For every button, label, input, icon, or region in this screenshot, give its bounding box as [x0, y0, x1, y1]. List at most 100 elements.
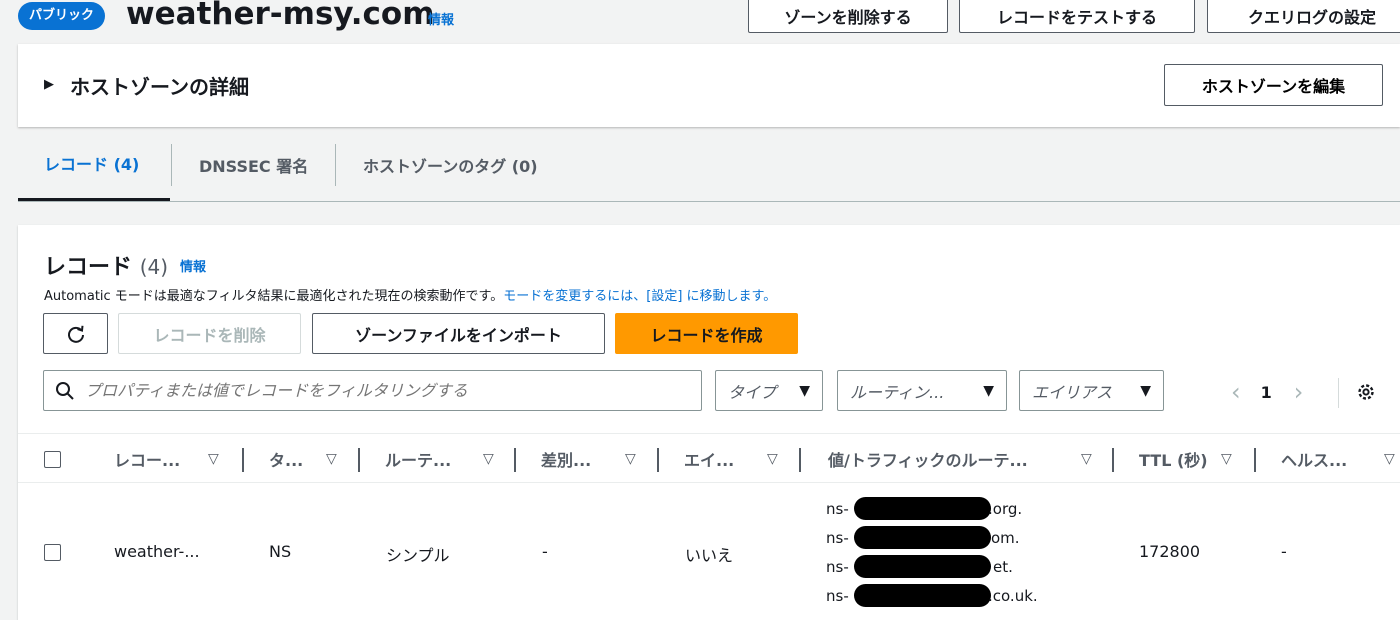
- redaction-mark: [854, 526, 991, 549]
- sort-icon[interactable]: ▽: [767, 434, 778, 484]
- records-title-text: レコード: [44, 255, 133, 280]
- refresh-icon: [67, 325, 84, 343]
- sort-icon[interactable]: ▽: [483, 434, 494, 484]
- edit-hosted-zone-button[interactable]: ホストゾーンを編集: [1164, 64, 1383, 106]
- cell-value-line: ns-: [826, 500, 849, 518]
- cell-value-line: ns-: [826, 587, 849, 605]
- col-label: ルーテ...: [385, 451, 452, 470]
- records-title: レコード (4): [44, 249, 168, 281]
- col-header-value[interactable]: 値/トラフィックのルーテ...: [828, 434, 1028, 484]
- details-title[interactable]: ホストゾーンの詳細: [70, 71, 249, 100]
- caret-down-icon: ▼: [799, 382, 810, 399]
- cell-value-suffix: .org.: [988, 500, 1023, 518]
- col-divider[interactable]: [657, 448, 659, 472]
- col-header-record-name[interactable]: レコー...: [114, 434, 180, 484]
- cell-ttl: 172800: [1139, 542, 1201, 561]
- col-label: TTL (秒): [1139, 451, 1208, 470]
- cell-alias: いいえ: [685, 546, 734, 565]
- col-header-health[interactable]: ヘルス...: [1281, 434, 1347, 484]
- col-header-type[interactable]: タ...: [269, 434, 303, 484]
- sort-icon[interactable]: ▽: [1081, 434, 1092, 484]
- pager-divider: [1338, 378, 1339, 408]
- sort-icon[interactable]: ▽: [326, 434, 337, 484]
- cell-record-name[interactable]: weather-...: [114, 542, 200, 561]
- search-input[interactable]: [85, 381, 685, 400]
- sort-icon[interactable]: ▽: [625, 434, 636, 484]
- header-info-link[interactable]: 情報: [428, 9, 454, 28]
- records-description: Automatic モードは最適なフィルタ結果に最適化された現在の検索動作です。…: [44, 285, 776, 304]
- routing-filter-label: ルーティン...: [850, 382, 945, 402]
- col-divider[interactable]: [799, 448, 801, 472]
- col-divider[interactable]: [1254, 448, 1256, 472]
- table-header: レコー... ▽ タ... ▽ ルーテ... ▽ 差別... ▽ エイ... ▽…: [18, 433, 1400, 483]
- col-label: エイ...: [684, 451, 735, 470]
- type-filter-select[interactable]: タイプ ▼: [715, 370, 823, 411]
- records-panel: レコード (4) 情報 Automatic モードは最適なフィルタ結果に最適化さ…: [18, 225, 1400, 620]
- public-badge: パブリック: [18, 2, 106, 30]
- type-filter-label: タイプ: [728, 382, 777, 402]
- redaction-mark: [854, 584, 991, 607]
- col-divider[interactable]: [514, 448, 516, 472]
- chevron-left-icon[interactable]: ‹: [1231, 378, 1241, 406]
- tab-divider: [335, 144, 336, 186]
- records-count: (4): [139, 255, 169, 279]
- query-log-button[interactable]: クエリログの設定: [1207, 0, 1400, 33]
- delete-records-button[interactable]: レコードを削除: [118, 313, 301, 354]
- record-filter[interactable]: [43, 370, 702, 411]
- tab-bar: レコード (4) DNSSEC 署名 ホストゾーンのタグ (0): [18, 128, 1400, 202]
- routing-filter-select[interactable]: ルーティン... ▼: [837, 370, 1007, 411]
- redaction-mark: [854, 497, 991, 520]
- caret-down-icon: ▼: [983, 382, 994, 399]
- cell-value-line: ns-: [826, 558, 849, 576]
- col-header-ttl[interactable]: TTL (秒): [1139, 434, 1208, 484]
- search-icon: [56, 381, 74, 400]
- col-divider[interactable]: [1112, 448, 1114, 472]
- redaction-mark: [854, 555, 991, 578]
- tab-tags[interactable]: ホストゾーンのタグ (0): [363, 128, 538, 201]
- col-header-routing[interactable]: ルーテ...: [385, 434, 451, 484]
- tab-dnssec[interactable]: DNSSEC 署名: [199, 128, 308, 201]
- sort-icon[interactable]: ▽: [1221, 434, 1232, 484]
- chevron-right-icon[interactable]: ›: [1294, 378, 1304, 406]
- col-label: レコー...: [114, 451, 181, 470]
- col-label: ヘルス...: [1281, 451, 1348, 470]
- row-checkbox[interactable]: [44, 544, 61, 561]
- sort-icon[interactable]: ▽: [1384, 434, 1395, 484]
- col-label: タ...: [269, 451, 304, 470]
- hosted-zone-details-panel: ▶ ホストゾーンの詳細 ホストゾーンを編集: [18, 44, 1400, 127]
- col-label: 値/トラフィックのルーテ...: [828, 451, 1028, 470]
- create-record-button[interactable]: レコードを作成: [615, 313, 798, 354]
- sort-icon[interactable]: ▽: [208, 434, 219, 484]
- select-all-checkbox[interactable]: [44, 451, 61, 468]
- cell-health: -: [1281, 542, 1287, 561]
- col-header-alias[interactable]: エイ...: [684, 434, 734, 484]
- test-record-button[interactable]: レコードをテストする: [959, 0, 1195, 33]
- settings-link[interactable]: モードを変更するには、[設定] に移動します。: [503, 289, 776, 304]
- refresh-button[interactable]: [43, 313, 108, 354]
- tab-records[interactable]: レコード (4): [18, 128, 170, 201]
- table-row[interactable]: weather-... NS シンプル - いいえ ns- .org. ns- …: [18, 484, 1400, 620]
- pagination: ‹ 1 ›: [1231, 378, 1303, 406]
- cell-value-suffix: et.: [993, 558, 1013, 576]
- alias-filter-label: エイリアス: [1032, 382, 1113, 402]
- col-divider[interactable]: [242, 448, 244, 472]
- cell-value-line: ns-: [826, 529, 849, 547]
- col-divider[interactable]: [358, 448, 360, 472]
- page-header: パブリック weather-msy.com 情報 ゾーンを削除する レコードをテ…: [0, 0, 1400, 44]
- caret-right-icon[interactable]: ▶: [44, 77, 54, 92]
- col-header-differentiator[interactable]: 差別...: [541, 434, 591, 484]
- cell-value-suffix: om.: [991, 529, 1020, 547]
- page-number[interactable]: 1: [1261, 383, 1272, 402]
- description-text: Automatic モードは最適なフィルタ結果に最適化された現在の検索動作です。: [44, 289, 504, 304]
- alias-filter-select[interactable]: エイリアス ▼: [1019, 370, 1164, 411]
- cell-differentiator: -: [542, 542, 548, 561]
- tab-divider: [171, 144, 172, 186]
- col-label: 差別...: [541, 451, 592, 470]
- caret-down-icon: ▼: [1140, 382, 1151, 399]
- cell-routing: シンプル: [386, 546, 450, 565]
- gear-icon[interactable]: [1356, 382, 1376, 402]
- records-info-link[interactable]: 情報: [180, 256, 206, 275]
- import-zone-file-button[interactable]: ゾーンファイルをインポート: [312, 313, 605, 354]
- cell-value-suffix: .co.uk.: [988, 587, 1038, 605]
- delete-zone-button[interactable]: ゾーンを削除する: [748, 0, 948, 33]
